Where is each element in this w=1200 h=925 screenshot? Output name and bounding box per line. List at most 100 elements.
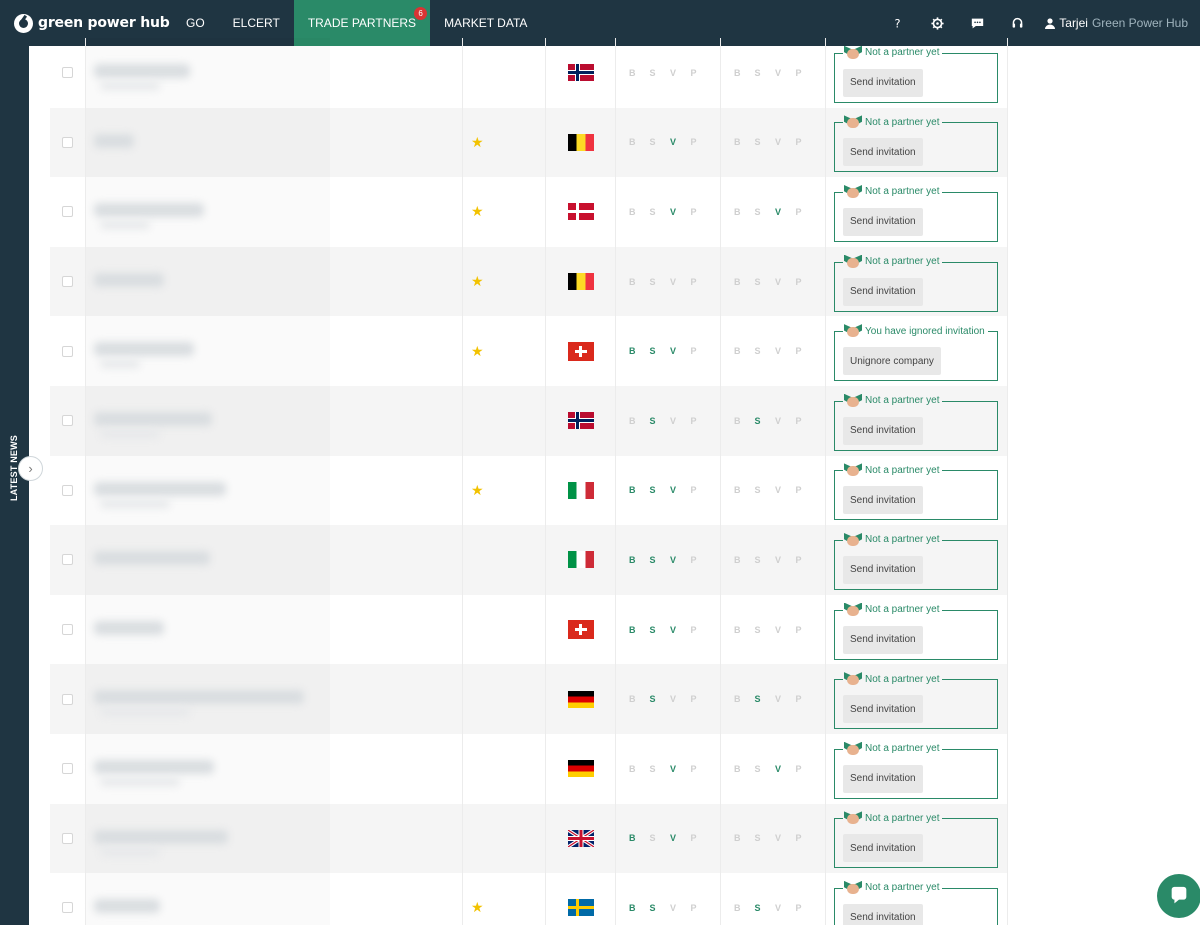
bsvp2-s: S [754, 415, 761, 426]
row-checkbox[interactable] [62, 902, 73, 914]
row-select-cell [50, 525, 86, 595]
table-row[interactable]: B S V P B S V P Not a partner yet Send invitation [50, 664, 1008, 734]
row-checkbox[interactable] [62, 554, 73, 566]
favorite-cell [462, 38, 546, 108]
table-row[interactable]: ★ B S V P B S V P Not a partner yet Send invitatio… [50, 873, 1008, 925]
chevron-right-icon[interactable]: › [18, 456, 43, 481]
send-invitation-button[interactable]: Send invitation [843, 764, 923, 793]
company-name-cell [86, 108, 462, 178]
row-checkbox[interactable] [62, 276, 73, 288]
send-invitation-button[interactable]: Send invitation [843, 555, 923, 584]
bsvp1-p: P [690, 694, 697, 705]
bsvp2-p: P [795, 415, 802, 426]
table-row[interactable]: ★ B S V P B S V P Not a partner yet Send invitatio… [50, 246, 1008, 317]
send-invitation-button[interactable]: Send invitation [843, 834, 923, 863]
status-legend: Not a partner yet [843, 393, 943, 408]
send-invitation-button[interactable]: Send invitation [843, 416, 923, 445]
send-invitation-button[interactable]: Send invitation [843, 68, 923, 97]
bsvp-indicators: BSVP [629, 485, 711, 495]
bsvp2-s: S [754, 902, 761, 913]
bsvp1-p: P [690, 415, 697, 426]
send-invitation-button[interactable]: Send invitation [843, 138, 923, 167]
row-select-cell [50, 664, 86, 734]
company-name-redacted [86, 804, 330, 874]
star-icon[interactable]: ★ [471, 343, 484, 360]
bsvp1-p: P [690, 554, 697, 565]
star-icon[interactable]: ★ [471, 899, 484, 916]
status-box: Not a partner yet Send invitation [834, 393, 998, 451]
send-invitation-button[interactable]: Send invitation [843, 625, 923, 654]
row-select-cell [50, 455, 86, 526]
bsvp2-s: S [754, 833, 761, 844]
handshake-icon [844, 45, 862, 60]
bsvp1-b: B [629, 346, 636, 357]
table-row[interactable]: B S V P B S V P Not a partner yet Send invitation [50, 525, 1008, 595]
partnership-status-cell: Not a partner yet Send invitation [826, 733, 1008, 804]
send-invitation-button[interactable]: Send invitation [843, 277, 923, 306]
notification-badge: 6 [414, 7, 428, 20]
row-checkbox[interactable] [62, 206, 73, 218]
bsvp1-p: P [690, 346, 697, 357]
table-row[interactable]: B S V P B S V P Not a partner yet Send invitation [50, 38, 1008, 108]
star-icon[interactable]: ★ [471, 203, 484, 220]
user-org: Green Power Hub [1091, 16, 1188, 30]
row-checkbox[interactable] [62, 693, 73, 705]
partnership-status-cell: Not a partner yet Send invitation [826, 177, 1008, 247]
star-icon[interactable]: ★ [471, 482, 484, 499]
bsvp-indicators: BSVP [629, 764, 711, 774]
bsvp2-p: P [795, 902, 802, 913]
bsvp1-p: P [690, 624, 697, 635]
row-checkbox[interactable] [62, 67, 73, 79]
bsvp1-s: S [649, 902, 656, 913]
send-invitation-button[interactable]: Send invitation [843, 486, 923, 515]
aperture-logo-icon [14, 13, 33, 33]
bsvp2-p: P [795, 206, 802, 217]
row-checkbox[interactable] [62, 763, 73, 775]
handshake-icon [844, 254, 862, 269]
table-row[interactable]: B S V P B S V P Not a partner yet Send invitation [50, 385, 1008, 456]
bsvp1-b: B [629, 415, 636, 426]
user-menu[interactable]: Tarjei Green Power Hub [1037, 16, 1200, 30]
bsvp-indicators: BSVP [734, 485, 816, 495]
partnership-status-cell: Not a partner yet Send invitation [826, 107, 1008, 178]
send-invitation-button[interactable]: Send invitation [843, 695, 923, 724]
handshake-icon [844, 602, 862, 617]
bsvp-cell-1: BSVP [616, 594, 721, 665]
row-checkbox[interactable] [62, 345, 73, 357]
favorite-cell: ★ [462, 873, 546, 925]
status-legend: Not a partner yet [843, 254, 943, 269]
unignore-company-button[interactable]: Unignore company [843, 347, 941, 376]
star-icon[interactable]: ★ [471, 134, 484, 151]
company-name-redacted [86, 456, 330, 526]
bsvp-cell-1: BSVP [616, 316, 721, 386]
table-row[interactable]: B S V P B S V P Not a partner yet Send invitation [50, 803, 1008, 874]
row-checkbox[interactable] [62, 832, 73, 844]
row-checkbox[interactable] [62, 624, 73, 636]
bsvp1-v: V [670, 485, 677, 496]
row-checkbox[interactable] [62, 415, 73, 427]
bsvp-cell-1: BSVP [616, 455, 721, 526]
table-row[interactable]: B S V P B S V P Not a partner yet Send invitation [50, 594, 1008, 665]
send-invitation-button[interactable]: Send invitation [843, 207, 923, 236]
chat-bubble-icon[interactable] [1157, 874, 1200, 918]
table-row[interactable]: B S V P B S V P Not a partner yet Send invitation [50, 733, 1008, 804]
country-cell [546, 38, 616, 108]
partnership-status-cell: Not a partner yet Send invitation [826, 873, 1008, 925]
table-row[interactable]: ★ B S V P B S V P You have ignored invitation Unig… [50, 316, 1008, 386]
status-legend: Not a partner yet [843, 811, 943, 826]
status-text: Not a partner yet [865, 256, 940, 268]
table-row[interactable]: ★ B S V P B S V P Not a partner yet Send invitatio… [50, 177, 1008, 247]
bsvp-cell-1: BSVP [616, 177, 721, 247]
table-row[interactable]: ★ B S V P B S V P Not a partner yet Send invitatio… [50, 107, 1008, 178]
star-icon[interactable]: ★ [471, 273, 484, 290]
bsvp-indicators: BSVP [629, 625, 711, 635]
row-checkbox[interactable] [62, 484, 73, 496]
row-checkbox[interactable] [62, 136, 73, 148]
bsvp1-p: P [690, 276, 697, 287]
bsvp1-b: B [629, 763, 636, 774]
bsvp-cell-1: BSVP [616, 733, 721, 804]
bsvp1-v: V [670, 206, 677, 217]
send-invitation-button[interactable]: Send invitation [843, 903, 923, 925]
table-row[interactable]: ★ B S V P B S V P Not a partner yet Send invitatio… [50, 455, 1008, 526]
status-box: Not a partner yet Send invitation [834, 463, 998, 521]
